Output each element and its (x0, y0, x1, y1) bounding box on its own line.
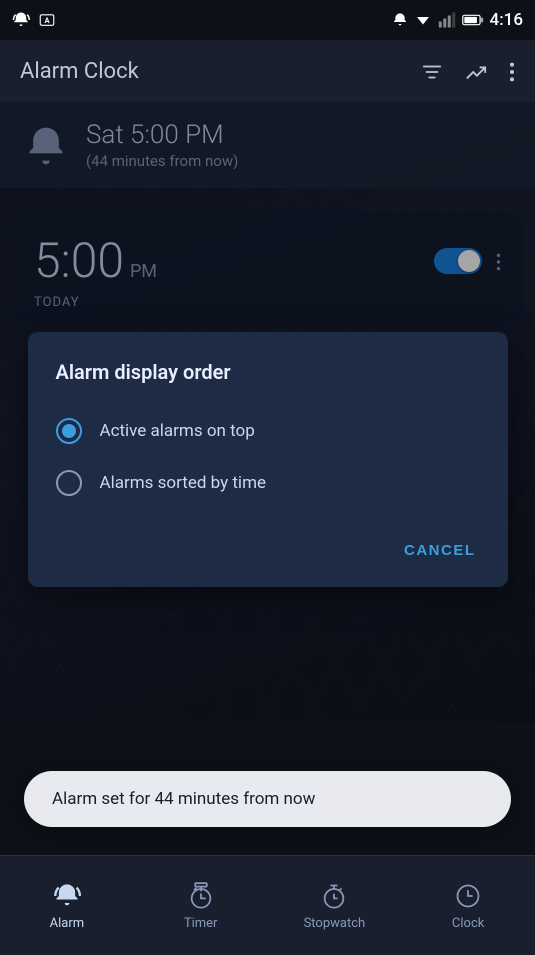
status-right-icons: 4:16 (392, 10, 523, 30)
bottom-nav: Alarm Timer Stopwatch (0, 855, 535, 955)
svg-text:A: A (44, 16, 50, 25)
wifi-icon (414, 11, 432, 29)
battery-icon (462, 13, 484, 27)
nav-item-alarm[interactable]: Alarm (0, 880, 134, 931)
nav-label-stopwatch: Stopwatch (304, 916, 366, 931)
more-icon[interactable] (509, 59, 515, 84)
option-sorted-by-time[interactable]: Alarms sorted by time (56, 460, 480, 506)
dialog-title: Alarm display order (56, 360, 480, 384)
radio-active-alarms[interactable] (56, 418, 82, 444)
dialog-actions: CANCEL (56, 526, 480, 567)
nav-label-alarm: Alarm (50, 916, 85, 931)
option-label-active-alarms: Active alarms on top (100, 421, 255, 441)
trending-icon[interactable] (465, 59, 487, 84)
option-label-sorted-by-time: Alarms sorted by time (100, 473, 267, 493)
nav-item-timer[interactable]: Timer (134, 880, 268, 931)
cancel-button[interactable]: CANCEL (400, 534, 480, 567)
stopwatch-nav-icon (320, 880, 348, 910)
timer-nav-icon (187, 880, 215, 910)
app-title: Alarm Clock (20, 59, 139, 84)
radio-inner-selected (62, 424, 76, 438)
toast-notification: Alarm set for 44 minutes from now (24, 771, 511, 827)
nav-item-clock[interactable]: Clock (401, 880, 535, 931)
nav-label-clock: Clock (452, 916, 484, 931)
dialog-overlay: Alarm display order Active alarms on top… (0, 102, 535, 722)
status-bar: A 4:16 (0, 0, 535, 40)
app-header: Alarm Clock (0, 40, 535, 102)
status-left-icons: A (12, 11, 56, 29)
toast-text: Alarm set for 44 minutes from now (52, 789, 315, 809)
alarm-right-icon (392, 12, 408, 28)
keyboard-status-icon: A (38, 11, 56, 29)
option-active-alarms[interactable]: Active alarms on top (56, 408, 480, 454)
status-time: 4:16 (490, 10, 523, 30)
nav-item-stopwatch[interactable]: Stopwatch (268, 880, 402, 931)
nav-label-timer: Timer (184, 916, 218, 931)
radio-sorted-by-time[interactable] (56, 470, 82, 496)
alarm-nav-icon (53, 880, 81, 910)
signal-icon (438, 11, 456, 29)
clock-nav-icon (454, 880, 482, 910)
sort-icon[interactable] (421, 59, 443, 84)
header-icons (421, 59, 515, 84)
alarm-status-icon (12, 11, 30, 29)
alarm-dialog: Alarm display order Active alarms on top… (28, 332, 508, 587)
background-area: Sat 5:00 PM (44 minutes from now) 5:00 P… (0, 102, 535, 722)
